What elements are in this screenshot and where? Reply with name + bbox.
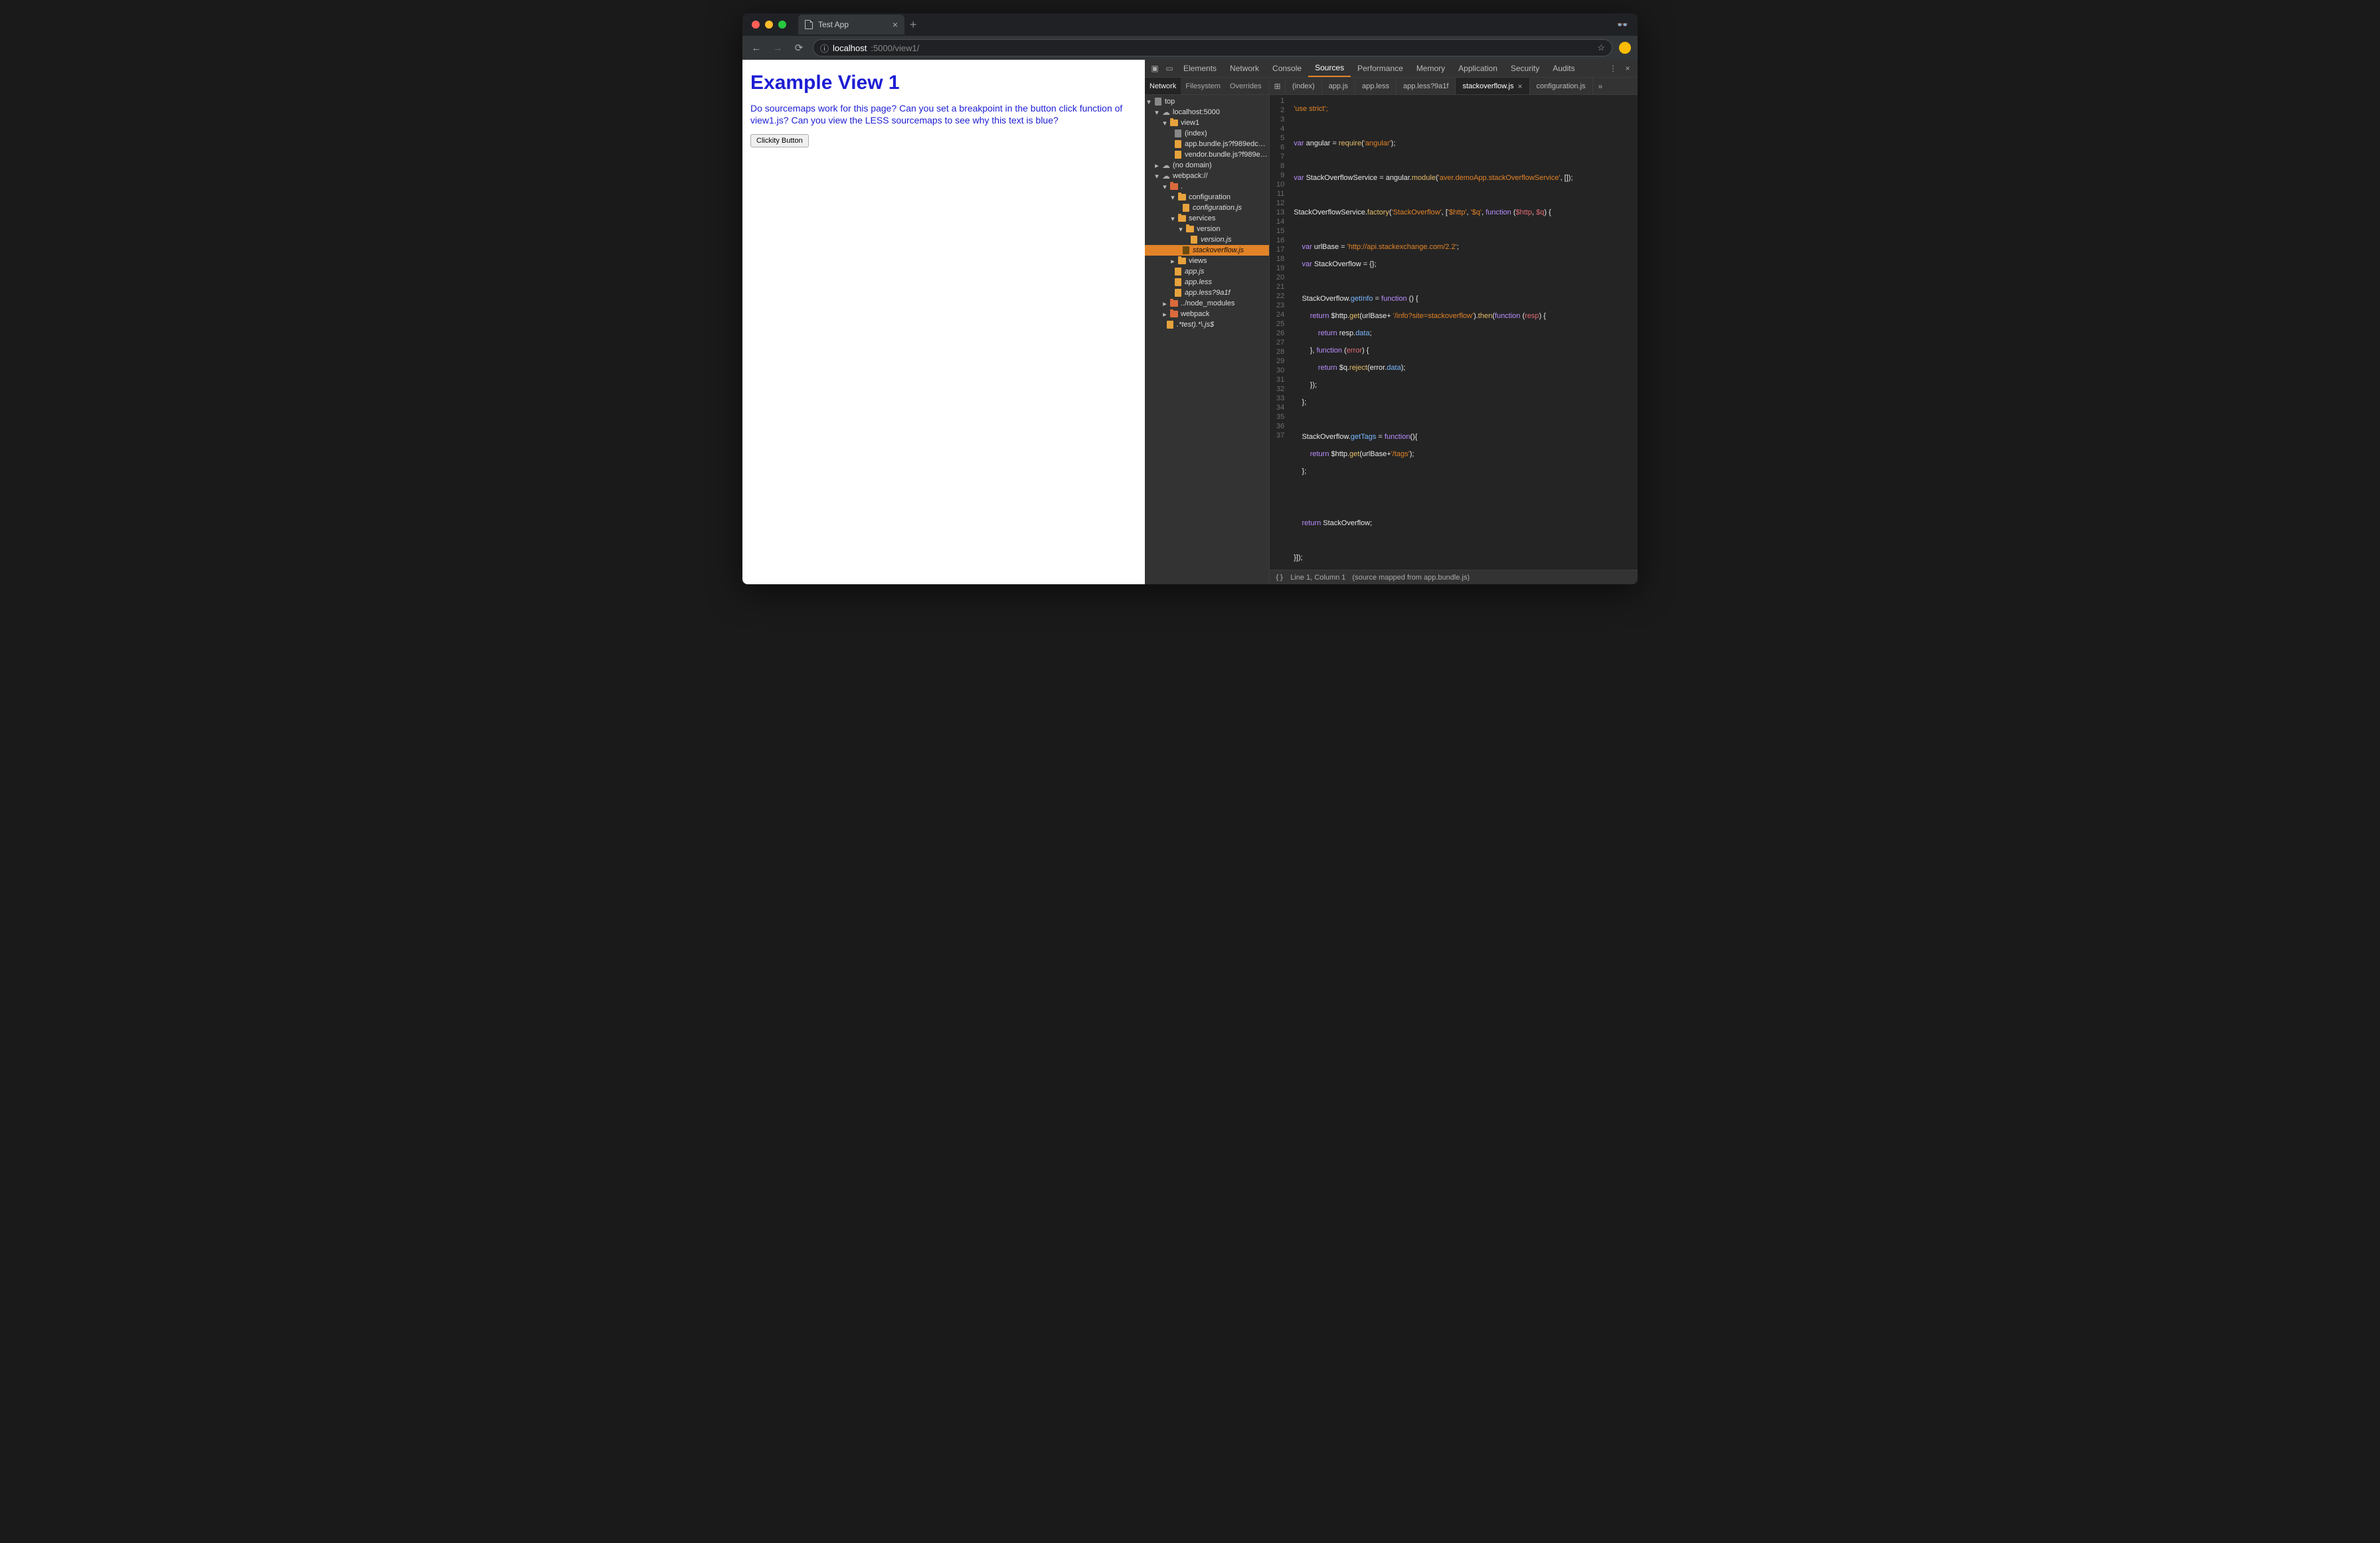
tree-app-js[interactable]: app.js [1145,266,1269,277]
status-sourcemap: (source mapped from app.bundle.js) [1352,574,1470,582]
page-heading: Example View 1 [750,72,1137,94]
editor-tab-appless9a1f[interactable]: app.less?9a1f [1397,78,1456,94]
tab-application[interactable]: Application [1452,60,1504,77]
devtools-tab-list: Elements Network Console Sources Perform… [1177,60,1582,77]
close-editor-tab-button[interactable]: × [1518,82,1523,91]
url-input[interactable]: ⓘ localhost :5000/view1/ ☆ [813,39,1612,56]
back-button[interactable]: ← [749,41,764,55]
devtools-body: Network Filesystem Overrides » ⋮ ▾top ▾☁… [1145,78,1638,584]
editor-tab-configuration[interactable]: configuration.js [1530,78,1593,94]
devtools: ▣ ▭ Elements Network Console Sources Per… [1145,60,1638,584]
devtools-menu-button[interactable]: ⋮ [1606,60,1620,77]
tree-webpack-folder[interactable]: ▸webpack [1145,309,1269,319]
tree-node-modules[interactable]: ▸../node_modules [1145,298,1269,309]
browser-window: Test App × + 👓 ← → ⟳ ⓘ localhost :5000/vi… [742,13,1638,584]
tab-network[interactable]: Network [1223,60,1266,77]
editor-tab-overflow-button[interactable]: » [1593,78,1608,94]
window-controls [742,21,796,29]
tree-configuration-js[interactable]: configuration.js [1145,203,1269,213]
device-toggle-button[interactable]: ▭ [1162,60,1177,77]
tree-app-less-9a1f[interactable]: app.less?9a1f [1145,287,1269,298]
tree-app-bundle[interactable]: app.bundle.js?f989edc58ce36096a [1145,139,1269,149]
tree-nodomain[interactable]: ▸☁(no domain) [1145,160,1269,171]
url-path: :5000/view1/ [871,43,919,53]
tree-index[interactable]: (index) [1145,128,1269,139]
editor-pane: ⊞ (index) app.js app.less app.less?9a1f … [1270,78,1638,584]
editor-tabs: ⊞ (index) app.js app.less app.less?9a1f … [1270,78,1638,95]
tree-top[interactable]: ▾top [1145,96,1269,107]
navigator-subtabs: Network Filesystem Overrides » ⋮ [1145,78,1269,95]
editor-tab-index[interactable]: (index) [1286,78,1322,94]
close-tab-button[interactable]: × [892,20,898,29]
line-gutter: 1234567891011121314151617181920212223242… [1270,95,1288,570]
status-cursor: Line 1, Column 1 [1290,574,1345,582]
file-tree: ▾top ▾☁localhost:5000 ▾view1 (index) app… [1145,95,1269,584]
devtools-close-button[interactable]: × [1620,60,1635,77]
editor-nav-prev-button[interactable]: ⊞ [1270,78,1286,94]
tree-dot[interactable]: ▾. [1145,181,1269,192]
content-split: Example View 1 Do sourcemaps work for th… [742,60,1638,584]
browser-tab-title: Test App [818,20,849,29]
editor-status-bar: {} Line 1, Column 1 (source mapped from … [1270,570,1638,584]
editor-tab-appjs[interactable]: app.js [1322,78,1355,94]
minimize-window-button[interactable] [765,21,773,29]
maximize-window-button[interactable] [778,21,786,29]
editor-tab-stackoverflow[interactable]: stackoverflow.js× [1456,78,1529,94]
tree-view1[interactable]: ▾view1 [1145,118,1269,128]
tree-services[interactable]: ▾services [1145,213,1269,224]
tree-stackoverflow-js[interactable]: stackoverflow.js [1145,245,1269,256]
close-window-button[interactable] [752,21,760,29]
clickity-button[interactable]: Clickity Button [750,134,809,147]
url-bar: ← → ⟳ ⓘ localhost :5000/view1/ ☆ [742,36,1638,60]
tab-security[interactable]: Security [1504,60,1546,77]
reload-button[interactable]: ⟳ [792,41,806,55]
navtab-network[interactable]: Network [1145,78,1181,94]
tree-test-regex[interactable]: .*test).*\.js$ [1145,319,1269,330]
profile-icon[interactable] [1619,42,1631,54]
devtools-toolbar: ▣ ▭ Elements Network Console Sources Per… [1145,60,1638,78]
tab-console[interactable]: Console [1266,60,1308,77]
tree-version[interactable]: ▾version [1145,224,1269,234]
code-editor[interactable]: 1234567891011121314151617181920212223242… [1270,95,1638,570]
code-body[interactable]: 'use strict'; var angular = require('ang… [1288,95,1638,570]
browser-tab[interactable]: Test App × [798,15,904,35]
pretty-print-button[interactable]: {} [1275,573,1284,582]
tree-configuration[interactable]: ▾configuration [1145,192,1269,203]
tab-memory[interactable]: Memory [1410,60,1452,77]
tree-domain[interactable]: ▾☁localhost:5000 [1145,107,1269,118]
tree-vendor-bundle[interactable]: vendor.bundle.js?f989edc58ce3609 [1145,149,1269,160]
page-icon [805,20,813,29]
sources-navigator: Network Filesystem Overrides » ⋮ ▾top ▾☁… [1145,78,1270,584]
info-icon[interactable]: ⓘ [820,42,829,54]
tab-elements[interactable]: Elements [1177,60,1223,77]
page-content: Example View 1 Do sourcemaps work for th… [742,60,1145,584]
page-paragraph: Do sourcemaps work for this page? Can yo… [750,102,1137,126]
tab-performance[interactable]: Performance [1351,60,1410,77]
tree-views[interactable]: ▸views [1145,256,1269,266]
navtab-filesystem[interactable]: Filesystem [1181,78,1225,94]
tab-audits[interactable]: Audits [1546,60,1581,77]
bookmark-icon[interactable]: ☆ [1597,42,1605,53]
editor-tab-appless[interactable]: app.less [1355,78,1397,94]
navtab-overrides[interactable]: Overrides [1225,78,1266,94]
tree-app-less[interactable]: app.less [1145,277,1269,287]
forward-button[interactable]: → [770,41,785,55]
incognito-icon: 👓 [1608,19,1638,31]
tab-sources[interactable]: Sources [1308,60,1351,77]
new-tab-button[interactable]: + [910,18,917,32]
url-host: localhost [833,43,867,53]
tree-version-js[interactable]: version.js [1145,234,1269,245]
title-bar: Test App × + 👓 [742,13,1638,36]
tree-webpack[interactable]: ▾☁webpack:// [1145,171,1269,181]
inspect-element-button[interactable]: ▣ [1148,60,1162,77]
